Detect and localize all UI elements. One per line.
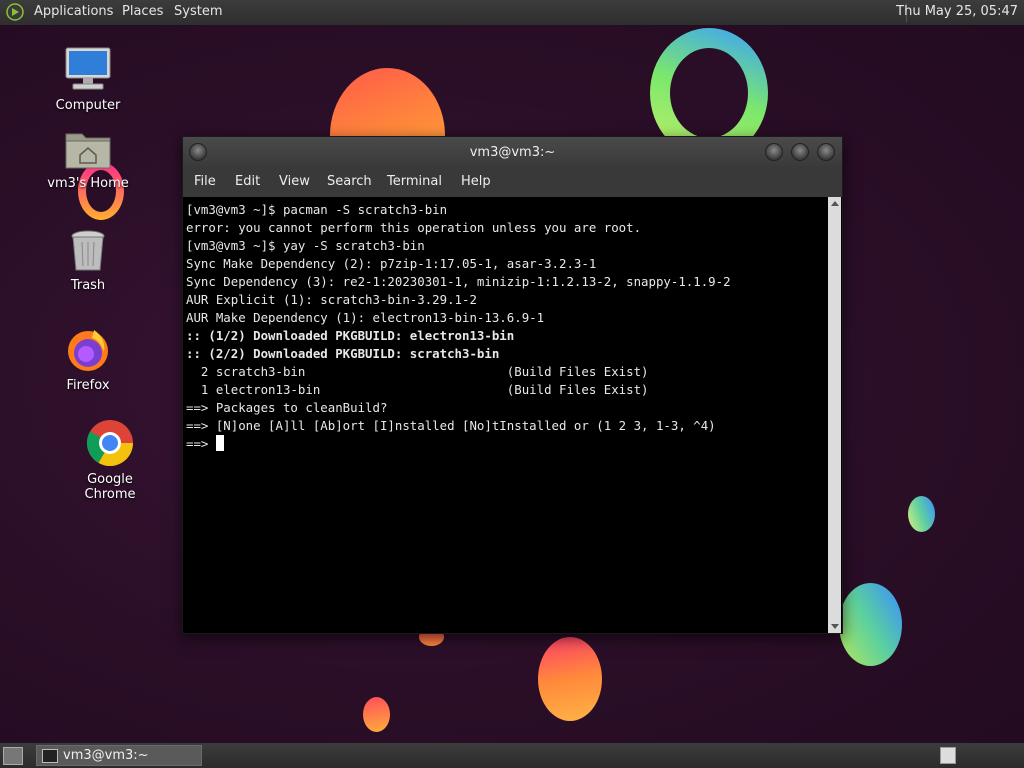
wallpaper-shape [908, 496, 935, 532]
terminal-line: error: you cannot perform this operation… [186, 219, 641, 237]
terminal-line: Sync Dependency (3): re2-1:20230301-1, m… [186, 273, 731, 291]
menu-search[interactable]: Search [327, 174, 372, 189]
terminal-scrollbar[interactable] [828, 197, 841, 633]
menu-bar: File Edit View Search Terminal Help [183, 167, 842, 197]
desktop-icon-label: Google Chrome [84, 472, 136, 502]
top-panel: Applications Places System Thu May 25, 0… [0, 0, 1024, 25]
taskbar-item-label: vm3@vm3:~ [63, 748, 149, 763]
terminal-window[interactable]: vm3@vm3:~ File Edit View Search Terminal… [182, 136, 843, 634]
terminal-line: Sync Make Dependency (2): p7zip-1:17.05-… [186, 255, 596, 273]
firefox-icon [68, 330, 108, 371]
text-cursor [215, 435, 224, 451]
terminal-line-text: ==> Packages to cleanBuild? [186, 400, 388, 415]
wallpaper-shape [363, 697, 390, 732]
terminal-line: [vm3@vm3 ~]$ yay -S scratch3-bin [186, 237, 425, 255]
terminal-line-text: AUR Make Dependency (1): electron13-bin-… [186, 310, 545, 325]
desktop-icon-chrome[interactable]: Google Chrome [60, 418, 160, 502]
terminal-line: AUR Explicit (1): scratch3-bin-3.29.1-2 [186, 291, 477, 309]
workspace-switcher[interactable] [940, 747, 956, 764]
terminal-line-text: Sync Make Dependency (2): p7zip-1:17.05-… [186, 256, 597, 271]
wallpaper-shape [839, 583, 902, 666]
desktop-icon-trash[interactable]: Trash [38, 228, 138, 293]
computer-icon [65, 47, 111, 90]
terminal-line: ==> Packages to cleanBuild? [186, 399, 387, 417]
trash-icon [71, 230, 105, 271]
terminal-line-text: AUR Explicit (1): scratch3-bin-3.29.1-2 [186, 292, 477, 307]
terminal-line-text: 1 electron13-bin (Build Files Exist) [186, 382, 649, 397]
distro-logo-icon[interactable] [6, 3, 24, 21]
desktop-icon-firefox[interactable]: Firefox [38, 326, 138, 393]
chrome-icon [86, 420, 133, 466]
desktop-icon-home[interactable]: vm3's Home [38, 128, 138, 191]
terminal-line-text: error: you cannot perform this operation… [186, 220, 642, 235]
terminal-line-text: :: (1/2) Downloaded PKGBUILD: electron13… [186, 328, 515, 343]
terminal-line: [vm3@vm3 ~]$ pacman -S scratch3-bin [186, 201, 447, 219]
terminal-line: :: (1/2) Downloaded PKGBUILD: electron13… [186, 327, 514, 345]
desktop-icon-computer[interactable]: Computer [38, 46, 138, 113]
terminal-line: 1 electron13-bin (Build Files Exist) [186, 381, 649, 399]
scroll-down-icon[interactable] [831, 624, 839, 629]
scroll-up-icon[interactable] [831, 201, 839, 206]
places-menu[interactable]: Places [122, 4, 163, 19]
window-title: vm3@vm3:~ [469, 145, 556, 160]
terminal-line-text: ==> [186, 436, 216, 451]
menu-help[interactable]: Help [461, 174, 491, 189]
desktop-icon-label: Computer [55, 98, 121, 113]
terminal-line-text: [vm3@vm3 ~]$ yay -S scratch3-bin [186, 238, 425, 253]
desktop-icon-label: Firefox [66, 378, 110, 393]
terminal-line: :: (2/2) Downloaded PKGBUILD: scratch3-b… [186, 345, 499, 363]
terminal-line: 2 scratch3-bin (Build Files Exist) [186, 363, 649, 381]
window-titlebar[interactable]: vm3@vm3:~ [183, 137, 842, 167]
terminal-output[interactable]: [vm3@vm3 ~]$ pacman -S scratch3-bin error… [183, 197, 828, 633]
desktop-icon-label: vm3's Home [47, 176, 129, 191]
bottom-panel: vm3@vm3:~ [0, 743, 1024, 768]
desktop-icon-label: Trash [70, 278, 106, 293]
terminal-line-text: [vm3@vm3 ~]$ pacman -S scratch3-bin [186, 202, 448, 217]
menu-terminal[interactable]: Terminal [387, 174, 442, 189]
maximize-button[interactable] [791, 143, 809, 161]
terminal-line-text: ==> [N]one [A]ll [Ab]ort [I]nstalled [No… [186, 418, 716, 433]
applications-menu[interactable]: Applications [34, 4, 113, 19]
wallpaper-shape [538, 637, 602, 721]
menu-edit[interactable]: Edit [235, 174, 260, 189]
minimize-button[interactable] [765, 143, 783, 161]
system-menu[interactable]: System [174, 4, 222, 19]
terminal-line: AUR Make Dependency (1): electron13-bin-… [186, 309, 544, 327]
clock[interactable]: Thu May 25, 05:47 [896, 4, 1018, 19]
home-folder-icon [65, 133, 111, 169]
terminal-line: ==> [N]one [A]ll [Ab]ort [I]nstalled [No… [186, 417, 716, 435]
terminal-icon [42, 749, 58, 763]
close-button[interactable] [817, 143, 835, 161]
terminal-line-text: Sync Dependency (3): re2-1:20230301-1, m… [186, 274, 731, 289]
taskbar-item-terminal[interactable]: vm3@vm3:~ [36, 745, 202, 766]
terminal-line-text: 2 scratch3-bin (Build Files Exist) [186, 364, 649, 379]
terminal-line-text: :: (2/2) Downloaded PKGBUILD: scratch3-b… [186, 346, 500, 361]
show-desktop-icon[interactable] [3, 747, 23, 765]
menu-view[interactable]: View [279, 174, 310, 189]
terminal-line: ==> [186, 435, 224, 453]
menu-file[interactable]: File [194, 174, 216, 189]
